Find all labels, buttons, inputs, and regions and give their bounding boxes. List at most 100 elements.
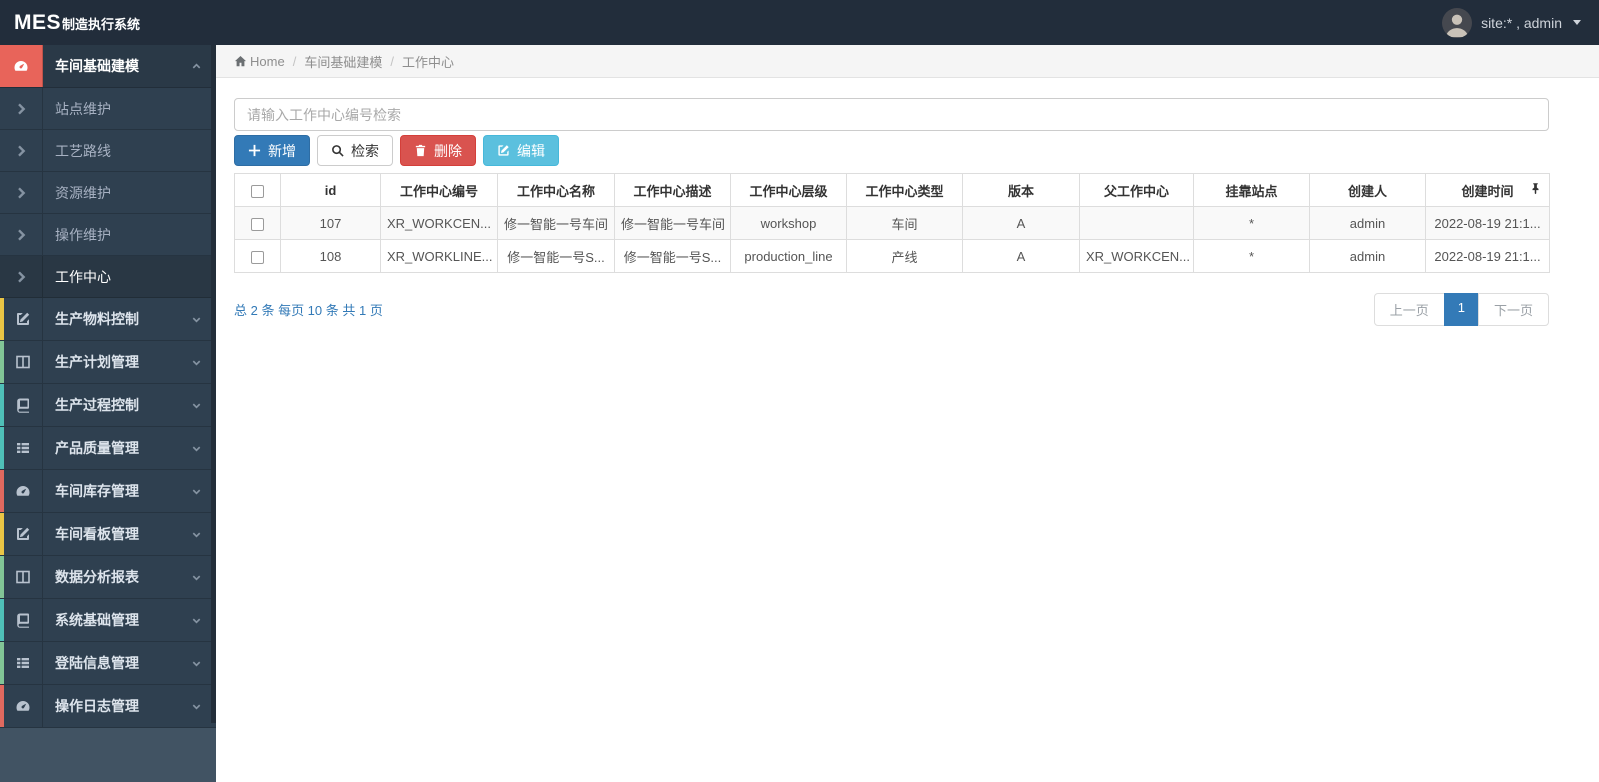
sidebar-item-plan-management[interactable]: 生产计划管理 — [0, 341, 216, 384]
sidebar-item-login-info[interactable]: 登陆信息管理 — [0, 642, 216, 685]
sidebar-item-site-maintenance[interactable]: 站点维护 — [0, 88, 216, 130]
sidebar-item-board-management[interactable]: 车间看板管理 — [0, 513, 216, 556]
breadcrumb-level1[interactable]: 车间基础建模 — [304, 52, 382, 71]
sidebar-item-label: 操作维护 — [55, 226, 111, 243]
row-checkbox[interactable] — [251, 217, 264, 231]
col-create-time-label: 创建时间 — [1461, 183, 1514, 199]
cell-creator: admin — [1309, 239, 1426, 273]
pagination: 上一页 1 下一页 — [1373, 293, 1549, 326]
add-button-label: 新增 — [268, 142, 296, 159]
sidebar-item-label: 系统基础管理 — [55, 612, 139, 628]
table-row: 107 XR_WORKCEN... 修一智能一号车间 修一智能一号车间 work… — [234, 206, 1550, 240]
edit-button[interactable]: 编辑 — [483, 135, 559, 166]
col-version: 版本 — [962, 173, 1080, 207]
page-1-button[interactable]: 1 — [1443, 293, 1479, 326]
cell-version: A — [962, 206, 1080, 240]
sidebar-item-label: 产品质量管理 — [55, 440, 139, 456]
sidebar-item-label: 车间看板管理 — [55, 526, 139, 542]
list-icon — [0, 642, 43, 684]
sidebar-item-label: 生产过程控制 — [55, 397, 139, 413]
sidebar-item-work-center[interactable]: 工作中心 — [0, 256, 216, 298]
home-icon — [234, 55, 247, 66]
cell-name: 修一智能一号S... — [497, 239, 615, 273]
tachometer-icon — [0, 470, 43, 512]
sidebar-item-operation-log[interactable]: 操作日志管理 — [0, 685, 216, 728]
cell-id: 108 — [280, 239, 381, 273]
columns-icon — [0, 556, 43, 598]
chevron-down-icon — [191, 357, 202, 368]
book-icon — [0, 384, 43, 426]
breadcrumb-separator: / — [390, 53, 394, 69]
cell-creator: admin — [1309, 206, 1426, 240]
top-bar: MES 制造执行系统 site:* , admin — [0, 0, 1599, 45]
sidebar-item-process-route[interactable]: 工艺路线 — [0, 130, 216, 172]
sidebar-filler — [0, 728, 216, 782]
breadcrumb-home[interactable]: Home — [250, 54, 285, 69]
sidebar-item-label: 车间库存管理 — [55, 483, 139, 499]
work-center-search-input[interactable] — [234, 98, 1549, 131]
cell-id: 107 — [280, 206, 381, 240]
cell-parent — [1079, 206, 1194, 240]
edit-icon — [0, 298, 43, 340]
col-linked-site: 挂靠站点 — [1193, 173, 1310, 207]
list-icon — [0, 427, 43, 469]
sidebar-item-data-analysis[interactable]: 数据分析报表 — [0, 556, 216, 599]
sidebar-item-operation-maintenance[interactable]: 操作维护 — [0, 214, 216, 256]
chevron-down-icon — [191, 615, 202, 626]
col-creator: 创建人 — [1309, 173, 1426, 207]
sidebar-item-label: 操作日志管理 — [55, 698, 139, 714]
delete-button[interactable]: 删除 — [400, 135, 476, 166]
user-menu[interactable]: site:* , admin — [1442, 7, 1581, 38]
app-logo: MES 制造执行系统 — [14, 11, 140, 35]
select-all-checkbox[interactable] — [251, 184, 264, 198]
row-checkbox[interactable] — [251, 250, 264, 264]
chevron-right-icon — [0, 172, 43, 213]
sidebar-item-label: 生产物料控制 — [55, 311, 139, 327]
col-id: id — [280, 173, 381, 207]
add-button[interactable]: 新增 — [234, 135, 310, 166]
caret-down-icon — [1573, 20, 1581, 25]
sidebar: 车间基础建模 站点维护 工艺路线 资源维护 操作维护 工作中心 生产物料控制 生… — [0, 45, 216, 782]
cell-site: * — [1193, 239, 1310, 273]
chevron-right-icon — [0, 214, 43, 255]
chevron-up-icon — [191, 61, 202, 72]
main-content: Home / 车间基础建模 / 工作中心 新增 检索 删除 编辑 — [216, 45, 1599, 777]
sidebar-item-system-management[interactable]: 系统基础管理 — [0, 599, 216, 642]
chevron-right-icon — [0, 88, 43, 129]
col-work-center-code: 工作中心编号 — [380, 173, 498, 207]
sidebar-item-inventory-management[interactable]: 车间库存管理 — [0, 470, 216, 513]
sidebar-group-workshop-modeling[interactable]: 车间基础建模 — [0, 45, 216, 88]
work-center-table: id 工作中心编号 工作中心名称 工作中心描述 工作中心层级 工作中心类型 版本… — [234, 173, 1550, 273]
breadcrumb-current: 工作中心 — [401, 54, 454, 70]
pin-icon[interactable] — [1530, 183, 1541, 198]
sidebar-item-process-control[interactable]: 生产过程控制 — [0, 384, 216, 427]
col-work-center-desc: 工作中心描述 — [614, 173, 731, 207]
sidebar-item-material-control[interactable]: 生产物料控制 — [0, 298, 216, 341]
cell-parent: XR_WORKCEN... — [1079, 239, 1194, 273]
search-button[interactable]: 检索 — [317, 135, 393, 166]
header-select-all — [234, 173, 281, 207]
sidebar-item-label: 工作中心 — [55, 268, 111, 285]
chevron-down-icon — [191, 658, 202, 669]
trash-icon — [415, 144, 426, 157]
chevron-down-icon — [191, 486, 202, 497]
toolbar: 新增 检索 删除 编辑 — [234, 135, 1549, 166]
sidebar-item-quality-management[interactable]: 产品质量管理 — [0, 427, 216, 470]
edit-button-label: 编辑 — [517, 142, 545, 159]
tachometer-icon — [0, 685, 43, 727]
cell-desc: 修一智能一号车间 — [614, 206, 731, 240]
chevron-down-icon — [191, 400, 202, 411]
table-row: 108 XR_WORKLINE... 修一智能一号S... 修一智能一号S...… — [234, 239, 1550, 273]
cell-type: 车间 — [846, 206, 963, 240]
sidebar-item-resource-maintenance[interactable]: 资源维护 — [0, 172, 216, 214]
sidebar-item-label: 资源维护 — [55, 184, 111, 201]
chevron-down-icon — [191, 529, 202, 540]
col-work-center-type: 工作中心类型 — [846, 173, 963, 207]
plus-icon — [248, 144, 261, 157]
prev-page-button[interactable]: 上一页 — [1373, 293, 1445, 326]
next-page-button[interactable]: 下一页 — [1477, 293, 1549, 326]
cell-version: A — [962, 239, 1080, 273]
sidebar-item-label: 生产计划管理 — [55, 354, 139, 370]
cell-site: * — [1193, 206, 1310, 240]
col-parent-work-center: 父工作中心 — [1079, 173, 1194, 207]
